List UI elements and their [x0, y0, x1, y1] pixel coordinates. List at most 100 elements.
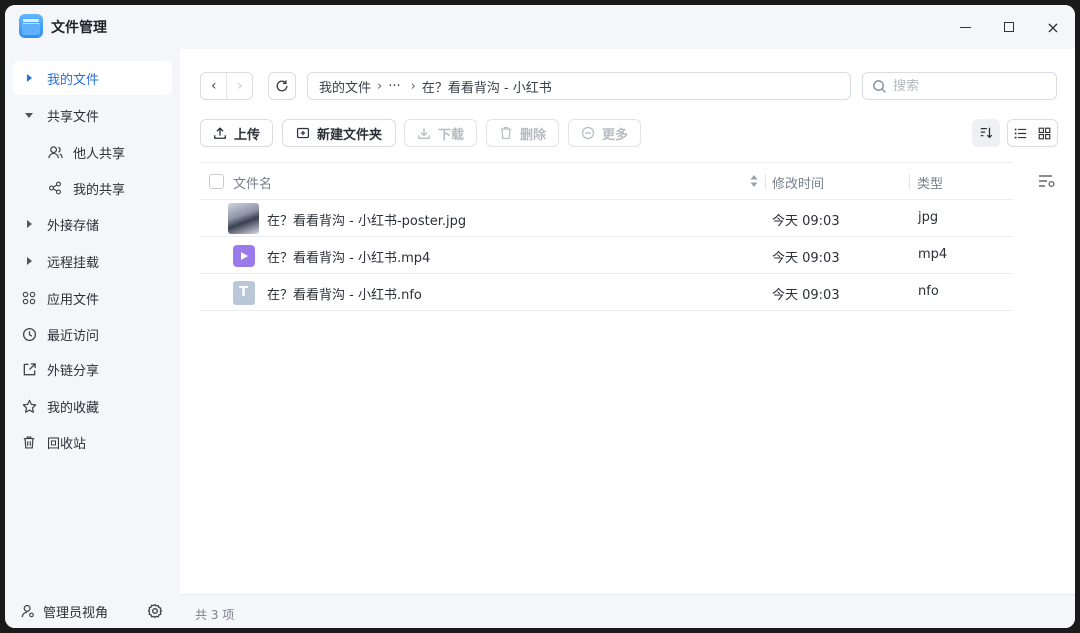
sidebar-item-label: 外链分享: [47, 363, 100, 379]
sidebar-item-label: 我的文件: [47, 72, 100, 88]
table-row[interactable]: 在？看看背沟 - 小红书-poster.jpg 今天 09:03 jpg: [200, 200, 1013, 237]
new-folder-icon: [296, 127, 310, 139]
breadcrumb-item-current[interactable]: 在？看看背沟 - 小红书: [422, 77, 552, 96]
history-navigation: ‹ ›: [200, 72, 253, 100]
file-type: mp4: [918, 247, 948, 262]
delete-button[interactable]: 删除: [486, 119, 559, 147]
file-manager-app-icon: [19, 14, 43, 38]
external-link-icon: [21, 361, 37, 377]
sidebar-item-label: 远程挂载: [47, 255, 100, 271]
sidebar-item-app-files[interactable]: 应用文件: [13, 281, 172, 315]
download-icon: [418, 128, 430, 139]
breadcrumb-ellipsis[interactable]: ···: [388, 79, 400, 94]
sidebar-item-favorites[interactable]: 我的收藏: [13, 389, 172, 423]
title-bar: 文件管理 ×: [5, 5, 1075, 49]
admin-view-switch[interactable]: 管理员视角: [5, 594, 180, 628]
sidebar: 我的文件 共享文件 他人共享 我的共享 外接存储 远程挂载 应用文件 最近访问 …: [5, 49, 180, 628]
column-header-name[interactable]: 文件名: [233, 173, 272, 192]
delete-label: 删除: [519, 127, 546, 143]
file-name: 在？看看背沟 - 小红书.mp4: [267, 251, 431, 266]
new-folder-button[interactable]: 新建文件夹: [282, 119, 396, 147]
table-row[interactable]: T 在？看看背沟 - 小红书.nfo 今天 09:03 nfo: [200, 274, 1013, 311]
download-label: 下载: [437, 127, 464, 143]
sidebar-item-label: 共享文件: [47, 109, 100, 125]
file-mtime: 今天 09:03: [772, 214, 840, 229]
sidebar-item-my-shares[interactable]: 我的共享: [13, 171, 172, 205]
text-file-icon: T: [228, 277, 259, 308]
search-box[interactable]: [862, 72, 1057, 100]
triangle-right-icon: [21, 216, 37, 232]
grid-view-button[interactable]: [1033, 120, 1058, 146]
item-count: 共 3 项: [195, 608, 235, 622]
search-input[interactable]: [893, 78, 1043, 94]
new-folder-label: 新建文件夹: [316, 127, 382, 143]
breadcrumb-item[interactable]: 我的文件: [319, 77, 371, 96]
column-divider: [765, 174, 766, 190]
share-icon: [47, 180, 63, 196]
column-settings-icon[interactable]: [1038, 173, 1056, 189]
text-file-letter: T: [232, 280, 255, 305]
file-name: 在？看看背沟 - 小红书-poster.jpg: [267, 214, 467, 229]
minimize-button[interactable]: [952, 14, 978, 40]
sidebar-item-shared-files[interactable]: 共享文件: [13, 98, 172, 132]
maximize-button[interactable]: [996, 14, 1022, 40]
sidebar-item-shared-with-me[interactable]: 他人共享: [13, 135, 172, 169]
sidebar-item-label: 他人共享: [73, 146, 126, 162]
forward-button[interactable]: ›: [226, 73, 252, 99]
column-header-type[interactable]: 类型: [917, 173, 943, 192]
file-name: 在？看看背沟 - 小红书.nfo: [267, 288, 422, 303]
triangle-right-icon: [21, 70, 37, 86]
upload-button[interactable]: 上传: [200, 119, 273, 147]
sidebar-item-my-files[interactable]: 我的文件: [13, 61, 172, 95]
more-label: 更多: [601, 127, 628, 143]
sidebar-item-label: 外接存储: [47, 218, 100, 234]
triangle-down-icon: [21, 107, 37, 123]
table-row[interactable]: 在？看看背沟 - 小红书.mp4 今天 09:03 mp4: [200, 237, 1013, 274]
gear-icon[interactable]: [147, 603, 163, 619]
sidebar-item-remote-mount[interactable]: 远程挂载: [13, 244, 172, 278]
sidebar-item-link-share[interactable]: 外链分享: [13, 352, 172, 386]
star-icon: [21, 398, 37, 414]
sidebar-item-recent[interactable]: 最近访问: [13, 317, 172, 351]
download-button[interactable]: 下载: [404, 119, 477, 147]
table-header: 文件名 修改时间 类型: [200, 162, 1013, 200]
sidebar-item-external-storage[interactable]: 外接存储: [13, 207, 172, 241]
more-icon: [581, 126, 595, 140]
upload-label: 上传: [233, 127, 260, 143]
file-mtime: 今天 09:03: [772, 251, 840, 266]
refresh-icon: [276, 80, 288, 92]
trash-icon: [500, 126, 512, 140]
admin-user-icon: [21, 604, 34, 618]
refresh-button[interactable]: [268, 72, 296, 100]
column-divider: [909, 174, 910, 190]
more-button[interactable]: 更多: [568, 119, 641, 147]
upload-icon: [214, 127, 226, 139]
sidebar-item-label: 我的收藏: [47, 400, 100, 416]
close-button[interactable]: ×: [1040, 14, 1066, 40]
breadcrumb-separator: ›: [377, 78, 383, 94]
view-mode-toggle: [1007, 119, 1058, 147]
sidebar-item-label: 应用文件: [47, 292, 100, 308]
breadcrumb[interactable]: 我的文件 › ··· › 在？看看背沟 - 小红书: [307, 72, 851, 100]
column-header-mtime[interactable]: 修改时间: [772, 173, 824, 192]
triangle-right-icon: [21, 253, 37, 269]
sort-toggle-icon[interactable]: [748, 173, 760, 189]
users-icon: [47, 144, 63, 160]
back-button[interactable]: ‹: [201, 73, 226, 99]
status-bar: 共 3 项: [180, 594, 1075, 628]
clock-icon: [21, 326, 37, 342]
admin-view-label: 管理员视角: [43, 605, 109, 621]
grid-view-icon: [1038, 127, 1051, 139]
apps-icon: [21, 290, 37, 306]
search-icon: [873, 80, 886, 93]
sort-button[interactable]: [972, 119, 1000, 147]
trash-icon: [21, 434, 37, 450]
file-type: nfo: [918, 284, 939, 299]
sidebar-item-recycle-bin[interactable]: 回收站: [13, 425, 172, 459]
sort-icon: [980, 127, 993, 139]
breadcrumb-separator: ›: [410, 78, 416, 94]
sidebar-item-label: 最近访问: [47, 328, 100, 344]
app-title: 文件管理: [51, 20, 107, 36]
list-view-button[interactable]: [1008, 120, 1033, 146]
select-all-checkbox[interactable]: [209, 174, 224, 189]
